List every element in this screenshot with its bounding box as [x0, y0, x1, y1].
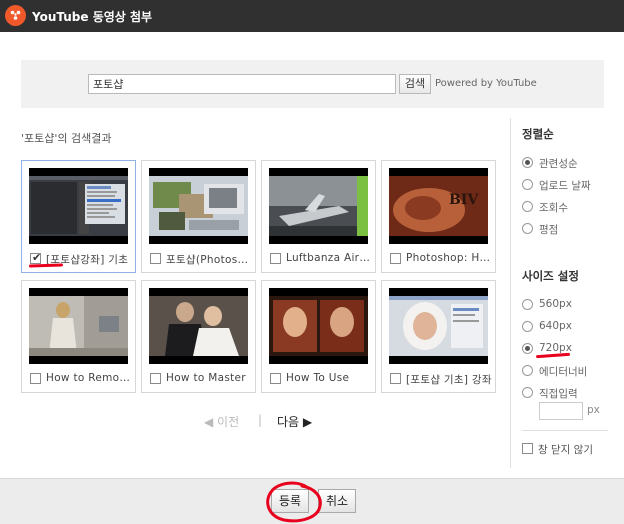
thumbnail-image [149, 296, 248, 356]
annotation-circle [266, 481, 322, 523]
keep-open-checkbox[interactable] [522, 443, 533, 454]
thumbnail-image [269, 296, 368, 356]
radio-button[interactable] [522, 299, 533, 310]
size-option-editor-width[interactable]: 에디터너비 [522, 364, 612, 378]
search-input[interactable] [88, 74, 396, 94]
thumbnail-image [389, 296, 488, 356]
checkmark-icon: ✔ [32, 251, 42, 264]
video-checkbox[interactable] [390, 253, 401, 264]
radio-button[interactable] [522, 387, 533, 398]
video-checkbox[interactable] [30, 373, 41, 384]
video-title: How to Remove [46, 372, 132, 384]
prev-page-link[interactable]: ◀ 이전 [204, 413, 239, 430]
radio-button[interactable] [522, 321, 533, 332]
video-checkbox[interactable] [150, 373, 161, 384]
radio-button[interactable] [522, 201, 533, 212]
sort-option-rating[interactable]: 평점 [522, 222, 612, 236]
sidebar-divider [510, 118, 511, 468]
thumbnail-image [29, 296, 128, 356]
svg-text:BIV: BIV [449, 192, 479, 208]
video-thumbnail[interactable] [269, 168, 368, 244]
search-button[interactable]: 검색 [399, 74, 431, 94]
video-card[interactable]: ✔ [포토샵강좌] 기초 [21, 160, 136, 273]
radio-button[interactable] [522, 157, 533, 168]
size-option-560[interactable]: 560px [522, 298, 612, 312]
video-thumbnail[interactable] [29, 168, 128, 244]
video-card[interactable]: How to Remove [21, 280, 136, 393]
video-thumbnail[interactable] [29, 288, 128, 364]
keep-open-option[interactable]: 창 닫지 않기 [522, 442, 612, 456]
video-thumbnail[interactable] [149, 168, 248, 244]
sort-option-upload-date[interactable]: 업로드 날짜 [522, 178, 612, 192]
option-label: 평점 [539, 224, 559, 236]
video-thumbnail[interactable]: BIV [389, 168, 488, 244]
video-title: 포토샵(Photoshop) [166, 254, 252, 266]
option-label: 에디터너비 [539, 366, 588, 378]
option-label: 640px [539, 320, 572, 332]
video-title: How to Master [166, 372, 246, 384]
option-label: 업로드 날짜 [539, 180, 591, 192]
video-checkbox[interactable]: ✔ [30, 251, 42, 264]
video-card[interactable]: How To Use [261, 280, 376, 393]
results-heading: '포토샵'의 검색결과 [21, 132, 112, 145]
video-thumbnail[interactable] [149, 288, 248, 364]
pagination: ◀ 이전 | 다음 ▶ [200, 413, 330, 429]
daum-flower-icon [5, 5, 26, 26]
radio-button[interactable] [522, 223, 533, 234]
video-card[interactable]: BIV Photoshop: How to [381, 160, 496, 273]
sort-option-views[interactable]: 조회수 [522, 200, 612, 214]
video-title: [포토샵 기초] 강좌 [406, 374, 492, 386]
video-title: Photoshop: How to [406, 252, 492, 264]
keep-open-label: 창 닫지 않기 [538, 444, 593, 456]
video-title: How To Use [286, 372, 350, 384]
video-checkbox[interactable] [150, 253, 161, 264]
thumbnail-image [29, 176, 128, 236]
radio-button[interactable] [522, 179, 533, 190]
thumbnail-image [269, 176, 368, 236]
sort-title: 정렬순 [522, 127, 554, 141]
video-thumbnail[interactable] [269, 288, 368, 364]
thumbnail-image [149, 176, 248, 236]
radio-button[interactable] [522, 365, 533, 376]
sort-option-relevance[interactable]: 관련성순 [522, 156, 612, 170]
custom-size-input[interactable] [539, 402, 583, 420]
video-checkbox[interactable] [390, 373, 401, 384]
option-label: 560px [539, 298, 572, 310]
video-checkbox[interactable] [270, 253, 281, 264]
next-page-link[interactable]: 다음 ▶ [277, 413, 312, 430]
title-bar: YouTube 동영상 첨부 [0, 0, 624, 32]
option-label: 관련성순 [539, 158, 578, 170]
size-option-640[interactable]: 640px [522, 320, 612, 334]
video-thumbnail[interactable] [389, 288, 488, 364]
thumbnail-image: BIV [389, 176, 488, 236]
video-card[interactable]: Luftbanza Airlines [261, 160, 376, 273]
powered-by-label: Powered by YouTube [435, 78, 537, 89]
size-option-custom[interactable]: 직접입력 [522, 386, 612, 400]
radio-button[interactable] [522, 343, 533, 354]
pager-separator: | [258, 413, 263, 427]
video-card[interactable]: [포토샵 기초] 강좌 [381, 280, 496, 393]
video-title: Luftbanza Airlines [286, 252, 372, 264]
size-title: 사이즈 설정 [522, 269, 579, 283]
option-label: 조회수 [539, 202, 568, 214]
window-title: YouTube 동영상 첨부 [32, 10, 153, 24]
sidebar-separator [522, 430, 608, 431]
video-card[interactable]: How to Master [141, 280, 256, 393]
video-checkbox[interactable] [270, 373, 281, 384]
px-unit-label: px [587, 404, 600, 416]
option-label: 직접입력 [539, 388, 578, 400]
search-panel: 검색 Powered by YouTube [21, 60, 604, 108]
video-card[interactable]: 포토샵(Photoshop) [141, 160, 256, 273]
